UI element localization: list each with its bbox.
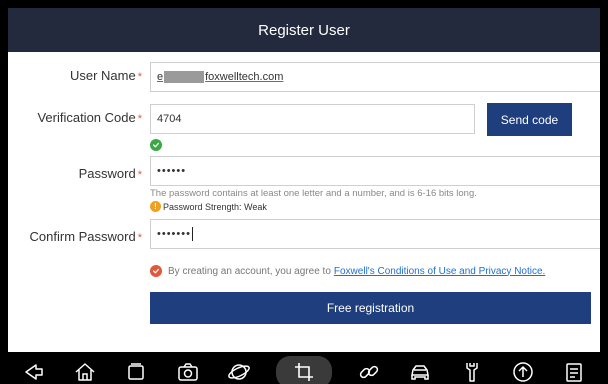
car-icon[interactable] xyxy=(406,358,434,384)
required-mark: * xyxy=(137,71,142,83)
email-domain: foxwelltech.com xyxy=(205,71,284,83)
upload-icon[interactable] xyxy=(509,358,537,384)
register-screen: Register User User Name * e foxwelltech.co… xyxy=(8,8,600,384)
required-mark: * xyxy=(137,169,142,181)
text-cursor xyxy=(191,227,193,241)
send-code-button[interactable]: Send code xyxy=(487,103,572,136)
crop-icon[interactable] xyxy=(275,356,332,384)
page-title: Register User xyxy=(258,21,350,39)
header-bar: Register User xyxy=(8,8,600,52)
check-icon xyxy=(150,139,162,151)
recent-apps-icon[interactable] xyxy=(122,358,150,384)
camera-icon[interactable] xyxy=(174,358,202,384)
agreement-row: By creating an account, you agree to Fox… xyxy=(150,265,545,277)
password-input[interactable]: •••••• xyxy=(150,156,600,186)
back-icon[interactable] xyxy=(20,358,48,384)
link-icon[interactable] xyxy=(355,358,383,384)
free-registration-button[interactable]: Free registration xyxy=(150,292,591,324)
bottom-nav-bar xyxy=(8,352,600,384)
home-icon[interactable] xyxy=(71,358,99,384)
required-mark: * xyxy=(137,232,142,244)
wrench-icon[interactable] xyxy=(458,358,486,384)
verification-code-input[interactable]: 4704 xyxy=(150,104,475,134)
redacted-mask xyxy=(164,71,205,83)
terms-link[interactable]: Foxwell's Conditions of Use and Privacy … xyxy=(334,266,545,277)
user-name-input[interactable]: e foxwelltech.com xyxy=(150,62,600,92)
confirm-password-label: Confirm Password * xyxy=(29,229,142,244)
password-strength: ! Password Strength: Weak xyxy=(150,201,267,212)
agreement-text: By creating an account, you agree to xyxy=(168,265,331,277)
required-mark: * xyxy=(137,113,142,125)
user-name-label: User Name * xyxy=(69,68,142,83)
warning-icon: ! xyxy=(150,201,161,212)
password-hint: The password contains at least one lette… xyxy=(150,188,477,199)
browser-icon[interactable] xyxy=(225,358,253,384)
email-prefix: e xyxy=(157,71,164,83)
confirm-password-input[interactable]: ••••••• xyxy=(150,219,600,249)
verification-code-label: Verification Code * xyxy=(37,110,142,125)
agree-checkbox[interactable] xyxy=(150,265,162,277)
document-icon[interactable] xyxy=(560,358,588,384)
device-frame: Register User User Name * e foxwelltech.co… xyxy=(0,0,608,384)
password-label: Password * xyxy=(78,166,142,181)
